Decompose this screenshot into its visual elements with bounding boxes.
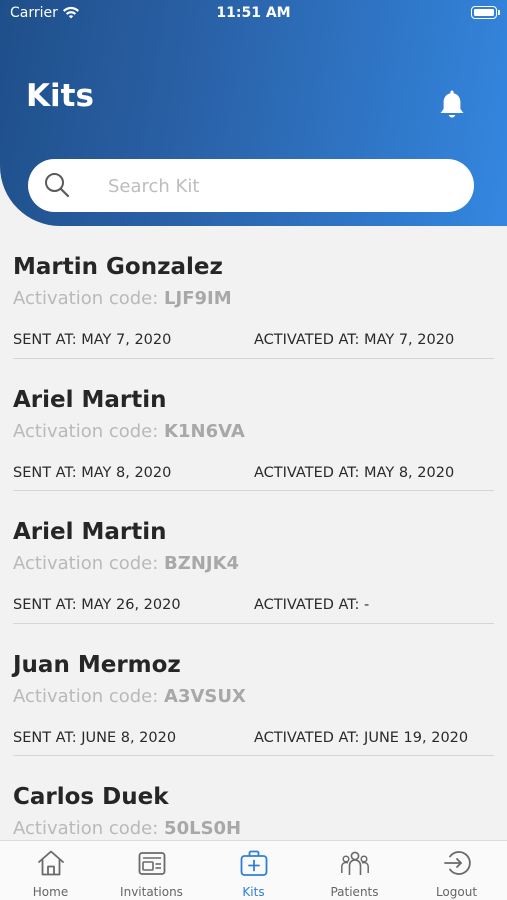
activated-date: ACTIVATED AT: MAY 7, 2020	[254, 332, 455, 348]
activation-code-value: 50LS0H	[164, 818, 242, 839]
clock-label: 11:51 AM	[216, 5, 291, 21]
kit-item[interactable]: Martin Gonzalez Activation code: LJF9IM …	[13, 226, 494, 359]
patients-icon	[341, 851, 369, 875]
activation-code-label: Activation code:	[13, 420, 159, 442]
kit-item[interactable]: Carlos Duek Activation code: 50LS0H	[13, 756, 494, 840]
patient-name: Ariel Martin	[13, 386, 167, 413]
tab-home-label: Home	[32, 885, 69, 899]
sent-date: SENT AT: JUNE 8, 2020	[13, 729, 177, 746]
activation-code: Activation code: 50LS0H	[13, 818, 241, 839]
patient-name: Carlos Duek	[13, 784, 169, 810]
activated-date: ACTIVATED AT: JUNE 19, 2020	[254, 729, 469, 746]
activated-date: ACTIVATED AT: -	[254, 597, 370, 613]
page-title: Kits	[26, 78, 94, 114]
status-bar: Carrier 11:51 AM	[0, 0, 507, 28]
tab-patients[interactable]: Patients	[304, 841, 405, 900]
kit-list: Martin Gonzalez Activation code: LJF9IM …	[0, 226, 507, 840]
activation-code: Activation code: LJF9IM	[13, 288, 232, 309]
activation-code-label: Activation code:	[13, 288, 159, 309]
tab-logout[interactable]: Logout	[406, 841, 507, 900]
search-icon	[45, 173, 70, 198]
activation-code-label: Activation code:	[13, 818, 159, 839]
activation-code-label: Activation code:	[13, 685, 159, 707]
activation-code: Activation code: BZNJK4	[13, 553, 239, 574]
tab-kits-label: Kits	[242, 885, 265, 899]
activation-code: Activation code: A3VSUX	[13, 686, 246, 707]
patient-name: Martin Gonzalez	[13, 254, 223, 280]
activation-code-value: BZNJK4	[164, 553, 240, 574]
logout-icon	[444, 851, 471, 875]
tab-invitations[interactable]: Invitations	[101, 841, 202, 900]
sent-date: SENT AT: MAY 7, 2020	[13, 332, 172, 348]
activation-code-value: K1N6VA	[164, 420, 245, 442]
tab-patients-label: Patients	[330, 885, 379, 899]
patient-name: Juan Mermoz	[13, 651, 181, 678]
tab-kits[interactable]: Kits	[203, 841, 304, 900]
home-icon	[38, 850, 64, 876]
kit-item[interactable]: Ariel Martin Activation code: K1N6VA SEN…	[13, 359, 494, 491]
activation-code-label: Activation code:	[13, 553, 159, 574]
search-input[interactable]	[108, 173, 458, 199]
sent-date: SENT AT: MAY 26, 2020	[13, 597, 181, 613]
patient-name: Ariel Martin	[13, 519, 167, 545]
header: Carrier 11:51 AM Kits	[0, 0, 507, 226]
kit-item[interactable]: Juan Mermoz Activation code: A3VSUX SENT…	[13, 624, 494, 756]
kit-icon	[240, 850, 268, 876]
activation-code-value: LJF9IM	[164, 288, 232, 309]
bell-icon[interactable]	[438, 88, 466, 120]
battery-icon	[471, 6, 500, 19]
tab-invitations-label: Invitations	[120, 885, 183, 899]
invitations-icon	[138, 852, 166, 875]
tab-logout-label: Logout	[435, 885, 478, 899]
search-bar	[28, 159, 474, 212]
activation-code-value: A3VSUX	[164, 685, 246, 707]
tab-home[interactable]: Home	[0, 841, 101, 900]
sent-date: SENT AT: MAY 8, 2020	[13, 464, 172, 481]
activated-date: ACTIVATED AT: MAY 8, 2020	[254, 464, 455, 481]
kit-item[interactable]: Ariel Martin Activation code: BZNJK4 SEN…	[13, 491, 494, 624]
tab-bar: Home Invitations Kits Patients Logout	[0, 840, 507, 900]
activation-code: Activation code: K1N6VA	[13, 421, 245, 442]
